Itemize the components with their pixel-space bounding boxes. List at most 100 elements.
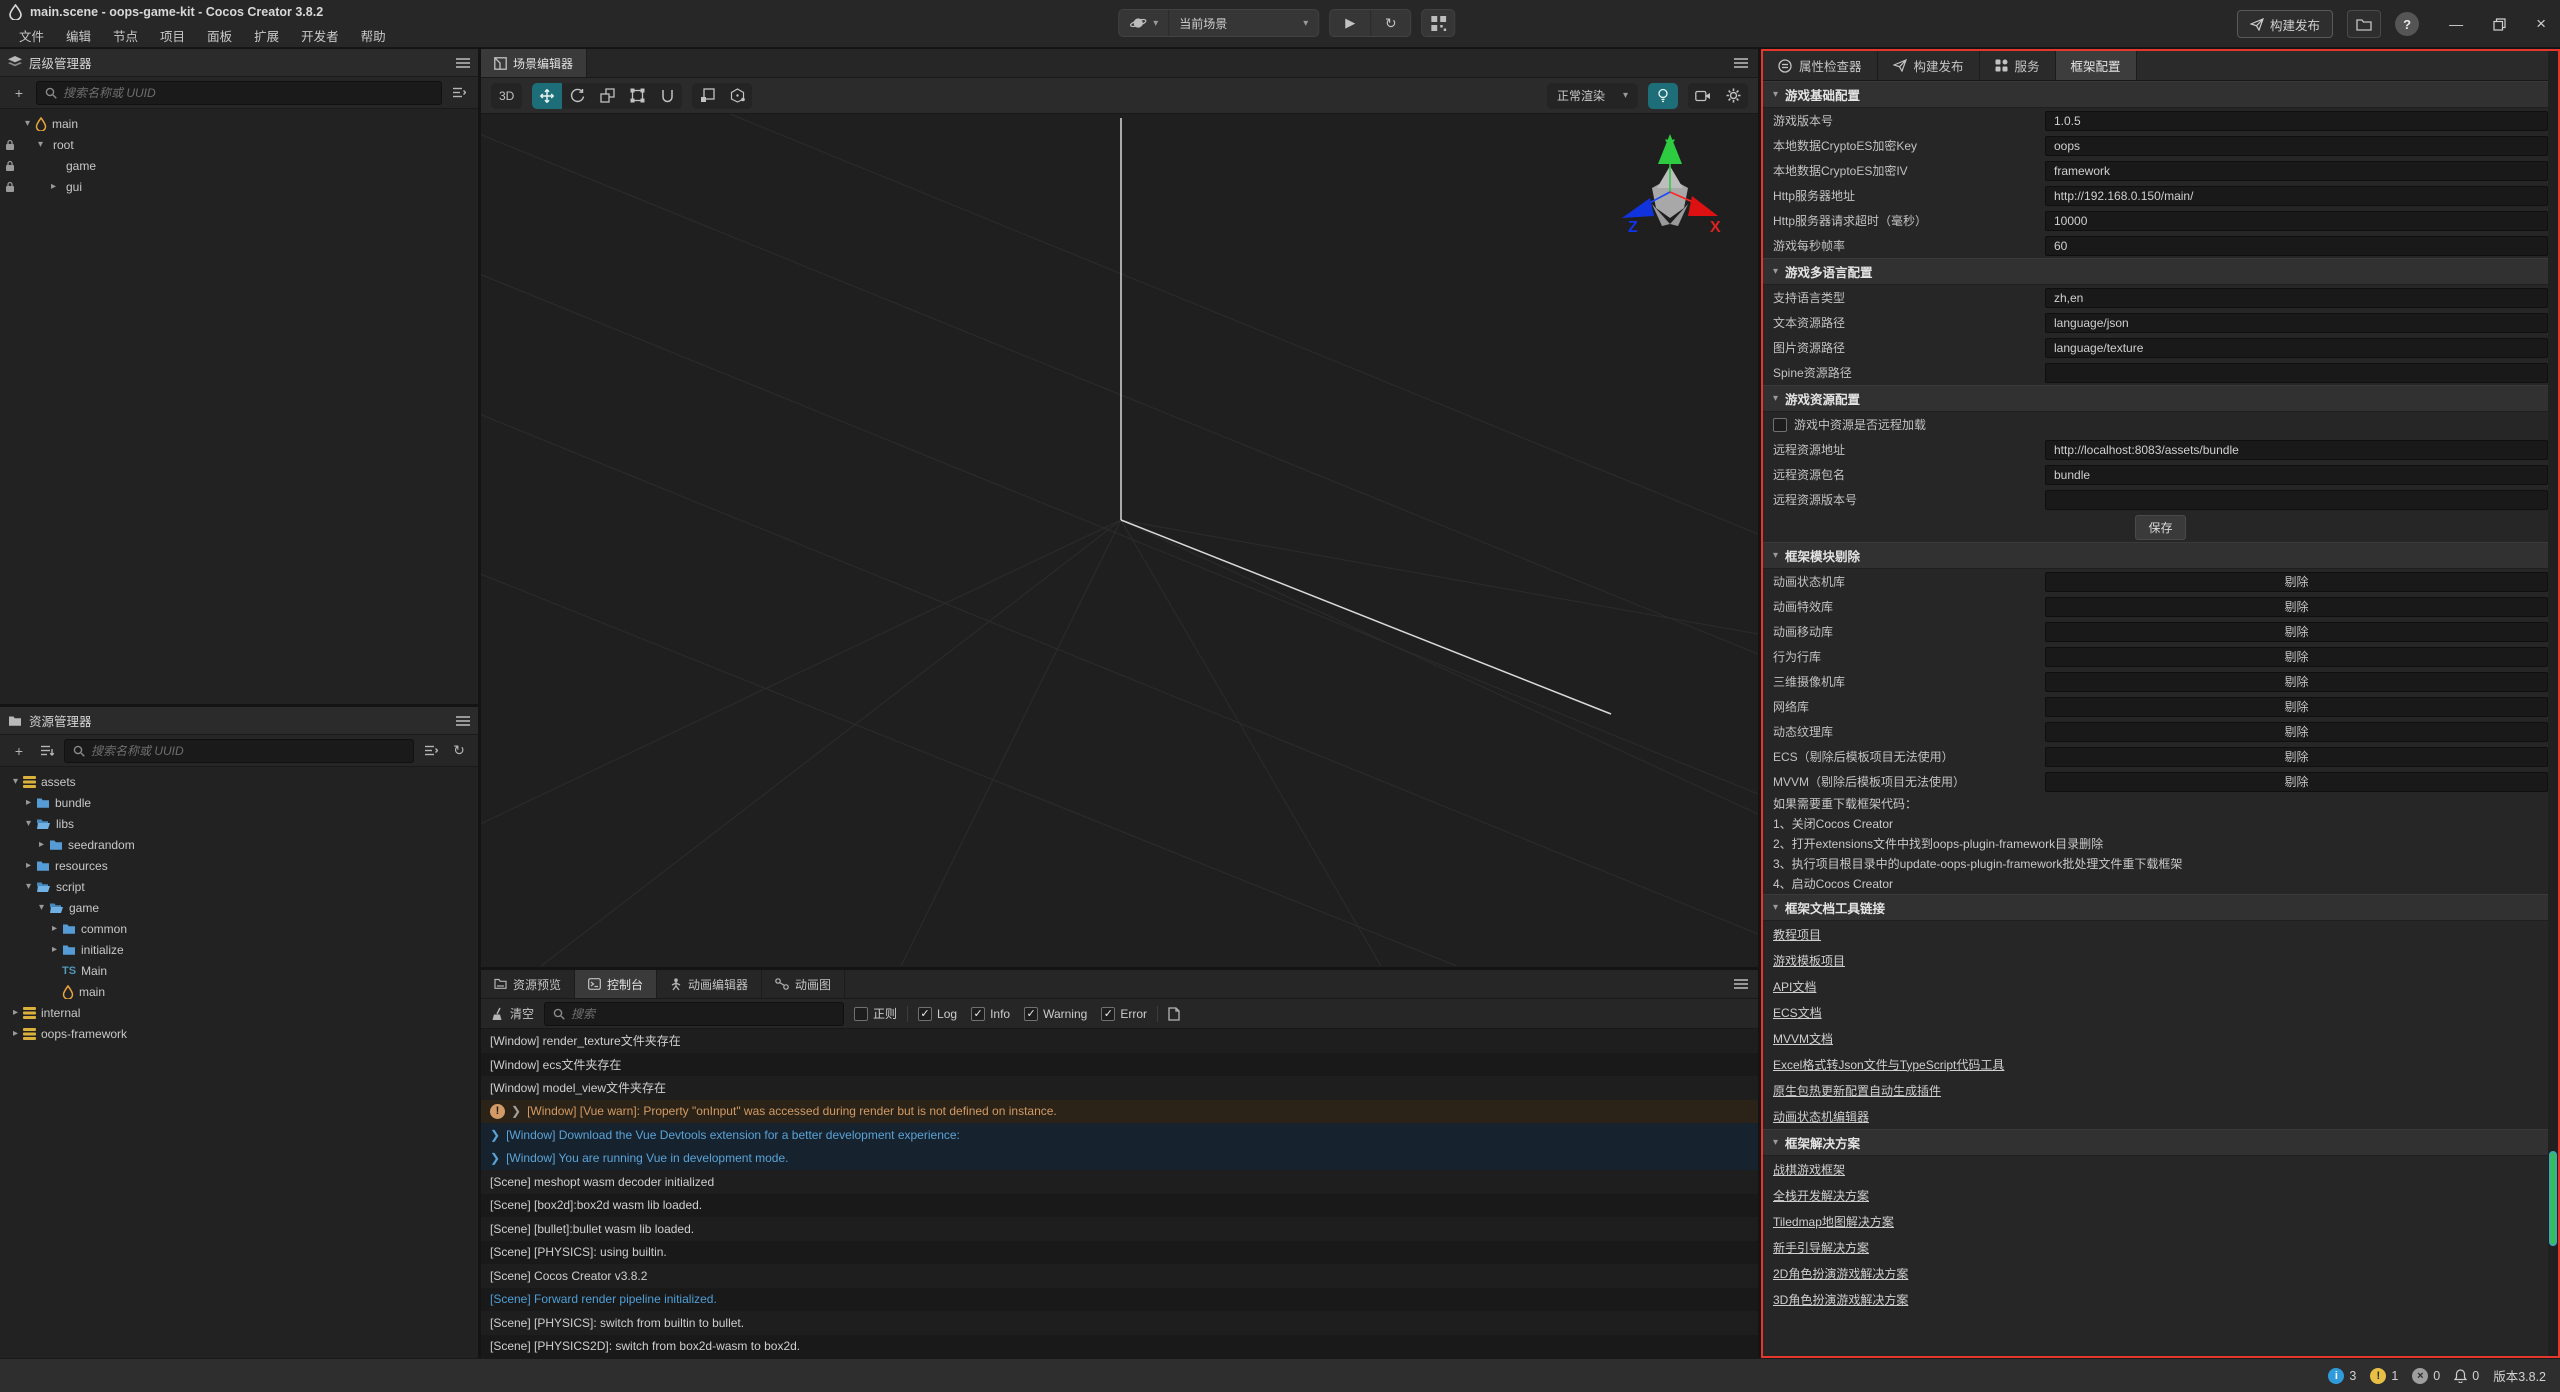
section-header[interactable]: ▾游戏资源配置 [1763,385,2558,412]
axis-gizmo[interactable]: Y Z X [1610,126,1730,246]
remove-module-button[interactable]: 剔除 [2045,622,2548,642]
refresh-assets-button[interactable]: ↻ [448,740,470,762]
section-header[interactable]: ▾游戏基础配置 [1763,81,2558,108]
console-search[interactable] [544,1002,844,1026]
remove-module-button[interactable]: 剔除 [2045,672,2548,692]
chevron-right-icon[interactable]: ▸ [47,923,62,934]
tab-资源预览[interactable]: 资源预览 [481,970,575,998]
doc-link[interactable]: 游戏模板项目 [1773,952,1845,969]
scene-select[interactable]: 当前场景 ▾ [1168,10,1318,36]
create-node-button[interactable]: + [8,82,30,104]
play-button[interactable]: ▶ [1330,10,1370,36]
tab-动画图[interactable]: 动画图 [762,970,845,998]
doc-link[interactable]: API文档 [1773,978,1816,995]
tab-属性检查器[interactable]: 属性检查器 [1763,51,1878,80]
config-input[interactable] [2045,288,2548,308]
config-input[interactable] [2045,211,2548,231]
chevron-right-icon[interactable]: ▸ [34,839,49,850]
build-publish-button[interactable]: 构建发布 [2237,10,2333,38]
tree-row[interactable]: ▾game [0,897,478,918]
tree-row[interactable]: ▾script [0,876,478,897]
chevron-right-icon[interactable]: ▸ [8,1007,23,1018]
scene-viewport[interactable]: Y Z X [481,114,1758,967]
expand-chevron-icon[interactable]: ❯ [511,1104,521,1118]
hierarchy-search-input[interactable] [63,86,433,100]
chevron-down-icon[interactable]: ▾ [33,139,48,150]
panel-menu-icon[interactable] [1734,58,1748,68]
config-input[interactable] [2045,465,2548,485]
rotate-tool-button[interactable] [562,83,592,109]
expand-chevron-icon[interactable]: ❯ [490,1128,500,1142]
render-mode-select[interactable]: 正常渲染 ▾ [1547,83,1638,109]
menu-item-节点[interactable]: 节点 [104,24,147,47]
section-header[interactable]: ▾游戏多语言配置 [1763,258,2558,285]
filter-info[interactable]: Info [971,1007,1010,1021]
open-project-folder-button[interactable] [2347,10,2381,38]
menu-item-帮助[interactable]: 帮助 [352,24,395,47]
doc-link[interactable]: 战棋游戏框架 [1773,1161,1845,1178]
ui-transform-tool-button[interactable] [652,83,682,109]
tree-row[interactable]: TSMain [0,960,478,981]
tree-row[interactable]: ▸initialize [0,939,478,960]
filter-icon[interactable] [448,82,470,104]
filter-icon[interactable] [420,740,442,762]
chevron-right-icon[interactable]: ▸ [46,181,61,192]
menu-item-编辑[interactable]: 编辑 [57,24,100,47]
section-header[interactable]: ▾框架模块剔除 [1763,542,2558,569]
assets-search[interactable] [64,739,414,763]
close-button[interactable]: × [2536,14,2546,34]
assets-search-input[interactable] [91,744,405,758]
remove-module-button[interactable]: 剔除 [2045,722,2548,742]
log-row[interactable]: ❯[Window] Download the Vue Devtools exte… [481,1123,1758,1147]
tree-row[interactable]: ▸resources [0,855,478,876]
status-info[interactable]: i 3 [2328,1368,2356,1384]
tree-row[interactable]: ▸bundle [0,792,478,813]
help-button[interactable]: ? [2395,12,2419,36]
log-row[interactable]: [Scene] Forward render pipeline initiali… [481,1288,1758,1312]
sort-assets-button[interactable] [36,740,58,762]
log-row[interactable]: [Scene] [PHYSICS]: using builtin. [481,1241,1758,1265]
create-asset-button[interactable]: + [8,740,30,762]
log-row[interactable]: [Window] ecs文件夹存在 [481,1053,1758,1077]
section-header[interactable]: ▾框架解决方案 [1763,1129,2558,1156]
doc-link[interactable]: ECS文档 [1773,1004,1822,1021]
tab-服务[interactable]: 服务 [1980,51,2056,80]
tree-row[interactable]: ▸oops-framework [0,1023,478,1044]
tree-row[interactable]: ▸internal [0,1002,478,1023]
config-input[interactable] [2045,490,2548,510]
remove-module-button[interactable]: 剔除 [2045,597,2548,617]
config-input[interactable] [2045,136,2548,156]
chevron-right-icon[interactable]: ▸ [21,860,36,871]
config-input[interactable] [2045,236,2548,256]
tree-row[interactable]: main [0,981,478,1002]
log-row[interactable]: [Scene] [bullet]:bullet wasm lib loaded. [481,1217,1758,1241]
platform-select[interactable]: ▾ [1119,10,1168,36]
log-row[interactable]: [Scene] meshopt wasm decoder initialized [481,1170,1758,1194]
tree-row[interactable]: game [0,155,478,176]
gear-icon[interactable] [1718,83,1748,109]
lighting-toggle-button[interactable] [1648,83,1678,109]
scrollbar-thumb[interactable] [2549,1151,2557,1246]
log-row[interactable]: [Scene] [box2d]:box2d wasm lib loaded. [481,1194,1758,1218]
remove-module-button[interactable]: 剔除 [2045,747,2548,767]
tab-动画编辑器[interactable]: 动画编辑器 [657,970,762,998]
tree-row[interactable]: ▾assets [0,771,478,792]
menu-item-面板[interactable]: 面板 [198,24,241,47]
menu-item-文件[interactable]: 文件 [10,24,53,47]
log-row[interactable]: [Scene] [PHYSICS]: switch from builtin t… [481,1311,1758,1335]
scale-tool-button[interactable] [592,83,622,109]
remote-load-checkbox[interactable]: 游戏中资源是否远程加载 [1763,412,2558,437]
config-input[interactable] [2045,111,2548,131]
chevron-down-icon[interactable]: ▾ [21,881,36,892]
remove-module-button[interactable]: 剔除 [2045,572,2548,592]
log-file-icon[interactable] [1168,1007,1180,1021]
restart-button[interactable]: ↻ [1370,10,1410,36]
config-input[interactable] [2045,186,2548,206]
doc-link[interactable]: 全栈开发解决方案 [1773,1187,1869,1204]
scrollbar[interactable] [2548,51,2558,1356]
doc-link[interactable]: Excel格式转Json文件与TypeScript代码工具 [1773,1056,2004,1073]
menu-item-开发者[interactable]: 开发者 [292,24,348,47]
doc-link[interactable]: 3D角色扮演游戏解决方案 [1773,1291,1908,1308]
console-search-input[interactable] [571,1007,835,1021]
rect-tool-button[interactable] [622,83,652,109]
